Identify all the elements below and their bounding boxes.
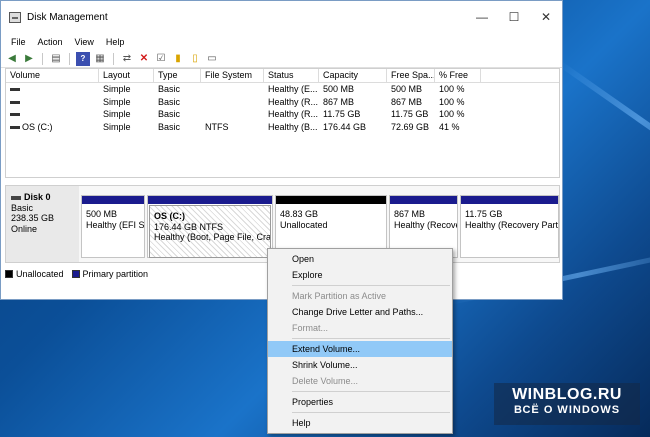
partition-os[interactable]: OS (C:) 176.44 GB NTFS Healthy (Boot, Pa…: [147, 195, 273, 258]
partition-size: 11.75 GB: [465, 209, 503, 219]
menu-item-extend-volume[interactable]: Extend Volume...: [268, 341, 452, 357]
partition-status: Healthy (Recovery Partit: [465, 219, 558, 230]
partition-efi[interactable]: 500 MB Healthy (EFI Sy: [81, 195, 145, 258]
menu-view[interactable]: View: [69, 37, 100, 47]
volume-list-header: Volume Layout Type File System Status Ca…: [6, 69, 559, 83]
connect-icon[interactable]: ⇄: [120, 52, 134, 66]
volume-icon: [10, 100, 20, 104]
column-header[interactable]: Status: [264, 69, 319, 82]
minimize-button[interactable]: —: [466, 1, 498, 33]
toolbar: ◀ ▶ ▤ ? ▦ ⇄ ✕ ☑ ▮ ▯ ▭: [1, 50, 562, 68]
column-header[interactable]: File System: [201, 69, 264, 82]
partition-status: Unallocated: [280, 219, 328, 230]
search-folder-icon[interactable]: ▯: [188, 52, 202, 66]
title-bar[interactable]: Disk Management — ☐ ✕: [1, 1, 562, 33]
help-icon[interactable]: ?: [76, 51, 90, 66]
menu-item-shrink-volume[interactable]: Shrink Volume...: [268, 357, 452, 373]
menu-help[interactable]: Help: [100, 37, 131, 47]
menu-item-mark-active: Mark Partition as Active: [292, 291, 387, 301]
menu-item-properties[interactable]: Properties: [268, 394, 452, 410]
light-beam: [556, 60, 650, 180]
disk-icon: [11, 195, 21, 200]
partition-recovery-2[interactable]: 11.75 GB Healthy (Recovery Partit: [460, 195, 559, 258]
volume-icon: [10, 125, 20, 129]
legend-primary: Primary partition: [82, 269, 149, 279]
volume-icon: [10, 113, 20, 117]
legend: Unallocated Primary partition: [5, 269, 156, 279]
table-row[interactable]: Simple Basic Healthy (R... 11.75 GB 11.7…: [6, 108, 559, 121]
disk-status: Online: [11, 223, 38, 234]
close-button[interactable]: ✕: [530, 1, 562, 33]
menu-item-change-drive-letter[interactable]: Change Drive Letter and Paths...: [268, 304, 452, 320]
menu-item-delete-volume: Delete Volume...: [292, 376, 359, 386]
primary-swatch: [71, 270, 80, 278]
watermark-subtitle: ВСЁ О WINDOWS: [513, 404, 621, 416]
disk-info[interactable]: Disk 0 Basic 238.35 GB Online: [6, 186, 79, 262]
disk-management-icon: [9, 11, 21, 23]
table-row[interactable]: Simple Basic Healthy (E... 500 MB 500 MB…: [6, 83, 559, 96]
legend-unallocated: Unallocated: [16, 269, 64, 279]
menu-bar: File Action View Help: [1, 33, 562, 50]
delete-icon[interactable]: ✕: [137, 52, 151, 66]
column-header[interactable]: Type: [154, 69, 201, 82]
partition-name: OS (C:): [154, 211, 185, 221]
partition-status: Healthy (Boot, Page File, Crash: [154, 232, 271, 242]
context-menu: Open Explore Mark Partition as Active Ch…: [267, 248, 453, 434]
menu-action[interactable]: Action: [32, 37, 69, 47]
disk-size: 238.35 GB: [11, 213, 55, 223]
menu-separator: [292, 338, 450, 339]
checklist-icon[interactable]: ☑: [154, 52, 168, 66]
table-row[interactable]: OS (C:) Simple Basic NTFS Healthy (B... …: [6, 121, 559, 134]
disk-name: Disk 0: [24, 192, 51, 202]
view-icon[interactable]: ▭: [205, 52, 219, 66]
menu-file[interactable]: File: [5, 37, 32, 47]
partition-size: 500 MB: [86, 209, 118, 219]
menu-separator: [292, 285, 450, 286]
table-row[interactable]: Simple Basic Healthy (R... 867 MB 867 MB…: [6, 96, 559, 109]
menu-item-open[interactable]: Open: [268, 251, 452, 267]
desktop: { "window": { "title": "Disk Management"…: [0, 0, 650, 437]
partition-size: 867 MB: [394, 209, 426, 219]
column-header[interactable]: Layout: [99, 69, 154, 82]
back-arrow-icon[interactable]: ◀: [5, 52, 19, 66]
menu-item-format: Format...: [292, 323, 329, 333]
console-tree-icon[interactable]: ▤: [49, 52, 63, 66]
column-header[interactable]: Free Spa...: [387, 69, 435, 82]
menu-item-explore[interactable]: Explore: [268, 267, 452, 283]
column-header[interactable]: Capacity: [319, 69, 387, 82]
disk-type: Basic: [11, 202, 34, 213]
new-icon[interactable]: ▮: [171, 52, 185, 66]
watermark-title: WINBLOG.RU: [512, 386, 622, 403]
menu-item-help[interactable]: Help: [268, 415, 452, 431]
partition-status: Healthy (Recove: [394, 219, 457, 230]
forward-arrow-icon[interactable]: ▶: [22, 52, 36, 66]
column-header[interactable]: % Free: [435, 69, 481, 82]
menu-separator: [292, 412, 450, 413]
watermark: WINBLOG.RU ВСЁ О WINDOWS: [494, 383, 640, 425]
window-title: Disk Management: [27, 11, 108, 23]
column-header[interactable]: Volume: [6, 69, 99, 82]
partition-size: 48.83 GB: [280, 209, 319, 219]
menu-separator: [292, 391, 450, 392]
partition-size: 176.44 GB NTFS: [154, 221, 224, 232]
volume-icon: [10, 88, 20, 92]
properties-icon[interactable]: ▦: [93, 52, 107, 66]
unallocated-swatch: [5, 270, 13, 278]
volume-list: Volume Layout Type File System Status Ca…: [5, 68, 560, 178]
partition-status: Healthy (EFI Sy: [86, 219, 144, 230]
maximize-button[interactable]: ☐: [498, 1, 530, 33]
